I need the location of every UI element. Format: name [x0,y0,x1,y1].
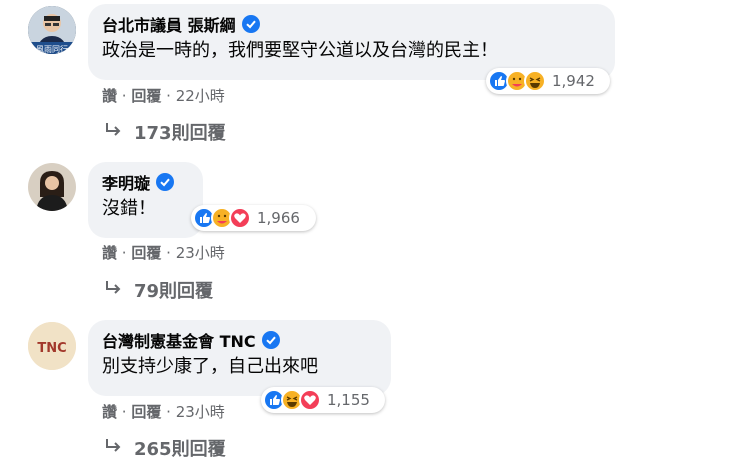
comment-text: 政治是一時的，我們要堅守公道以及台灣的民主！ [102,40,498,61]
comment-actions: 讚 · 回覆 · 23小時 [102,401,225,422]
replies-count: 265則回覆 [134,439,226,460]
replies-count: 173則回覆 [134,123,226,144]
timestamp[interactable]: 23小時 [176,401,225,422]
comment-bubble: 李明璇 沒錯！ [88,162,203,238]
tnc-logo-icon: TNC [28,322,76,370]
love-icon [299,389,321,411]
haha-icon [524,70,546,92]
reaction-count: 1,155 [327,391,370,409]
view-replies-link[interactable]: 79則回覆 [104,277,213,303]
person-photo-icon: 風雨同行 [28,6,76,54]
avatar[interactable]: TNC [28,322,76,370]
verified-badge-icon [156,173,175,191]
timestamp[interactable]: 23小時 [176,242,225,263]
reply-button[interactable]: 回覆 [131,85,161,106]
avatar[interactable] [28,163,76,211]
comment-bubble: 台灣制憲基金會 TNC 別支持少康了，自己出來吧 [88,320,391,396]
avatar[interactable]: 風雨同行 [28,6,76,54]
comment-actions: 讚 · 回覆 · 23小時 [102,242,225,263]
reaction-count: 1,966 [257,209,300,227]
reply-arrow-icon [104,437,124,460]
reply-arrow-icon [104,121,124,144]
avatar-logo: TNC [37,341,66,356]
like-button[interactable]: 讚 [102,85,117,106]
reply-button[interactable]: 回覆 [131,401,161,422]
verified-badge-icon [241,15,260,33]
author-name[interactable]: 台北市議員 張斯綱 [102,12,236,36]
reaction-summary[interactable]: 1,942 [486,68,610,94]
like-button[interactable]: 讚 [102,242,117,263]
reaction-summary[interactable]: 1,966 [191,205,316,231]
like-button[interactable]: 讚 [102,401,117,422]
reaction-summary[interactable]: 1,155 [261,387,385,413]
author-name[interactable]: 李明璇 [102,170,150,194]
view-replies-link[interactable]: 173則回覆 [104,119,226,145]
replies-count: 79則回覆 [134,281,214,302]
author-name[interactable]: 台灣制憲基金會 TNC [102,328,256,352]
timestamp[interactable]: 22小時 [176,85,225,106]
verified-badge-icon [261,331,280,349]
love-icon [229,207,251,229]
comment-text: 沒錯！ [102,198,156,219]
view-replies-link[interactable]: 265則回覆 [104,435,226,461]
comment-actions: 讚 · 回覆 · 22小時 [102,85,225,106]
avatar-badge: 風雨同行 [36,44,68,54]
reply-arrow-icon [104,279,124,302]
person-photo-icon [28,163,76,211]
reply-button[interactable]: 回覆 [131,242,161,263]
comment-text: 別支持少康了，自己出來吧 [102,356,318,377]
reaction-count: 1,942 [552,72,595,90]
